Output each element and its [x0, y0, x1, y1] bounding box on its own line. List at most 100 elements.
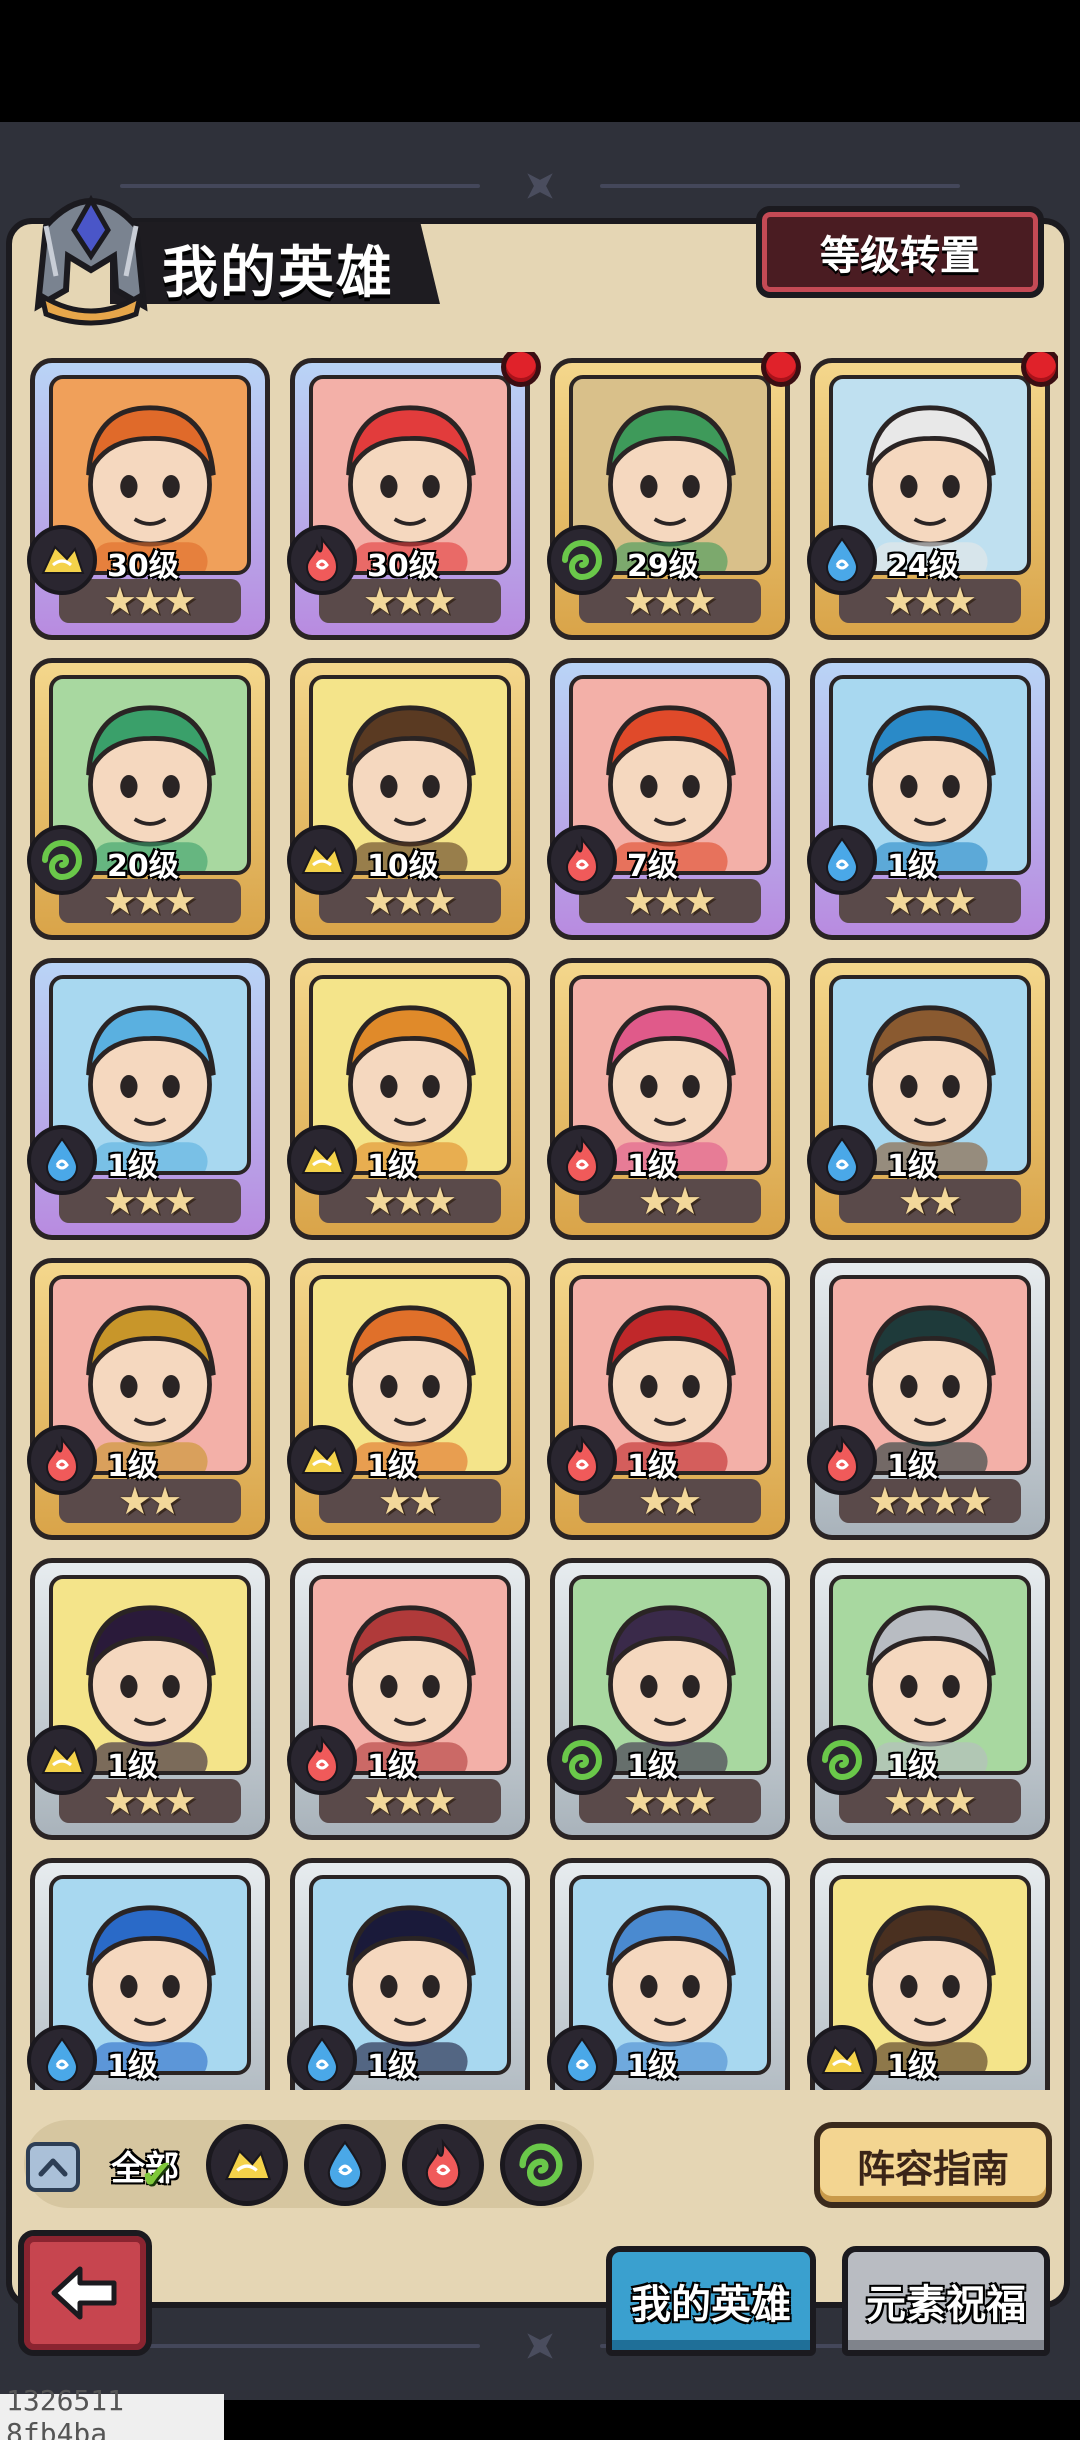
wind-element-icon [562, 1740, 602, 1781]
wind-element-icon [562, 540, 602, 581]
watermark: 1326511 8fb4ba [0, 2384, 224, 2440]
collapse-filter-button[interactable] [26, 2142, 80, 2192]
star-rating: ★ ★ ★ [319, 879, 501, 923]
star-icon: ★ [163, 579, 198, 623]
star-icon: ★ [362, 879, 397, 923]
hero-card[interactable]: 1级 [807, 1858, 1050, 2090]
tab-my-heroes[interactable]: 我的英雄 [606, 2246, 816, 2356]
notification-dot [761, 352, 801, 387]
star-icon: ★ [423, 579, 458, 623]
chevron-up-icon [38, 2158, 68, 2177]
star-rating: ★ ★ ★ [59, 1179, 241, 1223]
star-icon: ★ [882, 579, 917, 623]
star-icon: ★ [117, 1479, 152, 1523]
watermark-text: 1326511 8fb4ba [6, 2384, 125, 2440]
hero-card[interactable]: ★ ★ ★ 24级 [807, 352, 1058, 640]
star-icon: ★ [423, 879, 458, 923]
tab-element-blessing-label: 元素祝福 [866, 2282, 1026, 2328]
hero-grid[interactable]: ★ ★ ★ 30级 ★ ★ ★ 30级 ★ ★ ★ 29级 ★ ★ ★ 24级 ★ ★ ★ 20级 ★ ★ ★ 10级 ★ ★ ★ 7… [18, 352, 1058, 2090]
hero-card[interactable]: ★ ★ 1级 [807, 958, 1050, 1240]
star-icon: ★ [652, 879, 688, 923]
fire-element-icon [565, 835, 599, 883]
star-rating: ★ ★ ★ [839, 1779, 1021, 1823]
hero-level: 1级 [107, 1749, 158, 1784]
fire-element-icon [305, 535, 339, 583]
back-button[interactable] [18, 2230, 152, 2356]
hero-level: 1级 [367, 1749, 418, 1784]
star-icon: ★ [423, 1179, 458, 1223]
star-icon: ★ [897, 1479, 932, 1523]
hero-card[interactable]: 1级 [287, 1858, 530, 2090]
star-rating: ★ ★ ★ [839, 579, 1021, 623]
star-rating: ★ ★ ★ [59, 879, 241, 923]
element-badge [287, 1425, 357, 1495]
filter-fire-chip[interactable] [402, 2124, 484, 2206]
hero-card[interactable]: ★ ★ ★ ★ 1级 [807, 1258, 1050, 1540]
hero-card[interactable]: ★ ★ ★ 10级 [287, 658, 530, 940]
element-badge [287, 1725, 357, 1795]
water-element-icon [825, 537, 859, 583]
hero-card[interactable]: 1级 [27, 1858, 270, 2090]
hero-card[interactable]: ★ ★ ★ 30级 [27, 358, 270, 640]
water-element-icon [565, 2037, 599, 2083]
notification-dot [501, 352, 541, 387]
star-icon: ★ [163, 1779, 198, 1823]
water-element-icon [825, 837, 859, 883]
hero-card[interactable]: ★ ★ ★ 29级 [547, 352, 801, 640]
level-transfer-button[interactable]: 等级转置 [756, 206, 1044, 298]
hero-level: 29级 [627, 549, 699, 584]
element-badge [807, 1425, 877, 1495]
element-badge [807, 2025, 877, 2090]
filter-water-chip[interactable] [304, 2124, 386, 2206]
element-badge [547, 525, 617, 595]
element-badge [547, 1725, 617, 1795]
hero-level: 1级 [367, 1149, 418, 1184]
filter-earth-chip[interactable] [206, 2124, 288, 2206]
hero-level: 7级 [627, 849, 678, 884]
filter-wind-chip[interactable] [500, 2124, 582, 2206]
star-icon: ★ [622, 579, 657, 623]
hero-card[interactable]: ★ ★ ★ 1级 [27, 958, 270, 1240]
hero-card[interactable]: ★ ★ 1级 [27, 1258, 270, 1540]
hero-card[interactable]: ★ ★ ★ 20级 [27, 658, 270, 940]
star-rating: ★ ★ ★ [59, 579, 241, 623]
hero-card[interactable]: 1级 [547, 1858, 790, 2090]
hero-card[interactable]: ★ ★ ★ 1级 [287, 958, 530, 1240]
star-icon: ★ [912, 1779, 948, 1823]
filter-all-chip[interactable]: 全部 ✔ [104, 2124, 186, 2206]
star-rating: ★ ★ ★ ★ [839, 1479, 1021, 1523]
star-icon: ★ [362, 1779, 397, 1823]
star-icon: ★ [683, 879, 718, 923]
star-icon: ★ [882, 879, 917, 923]
star-icon: ★ [912, 879, 948, 923]
hero-card[interactable]: ★ ★ 1级 [547, 958, 790, 1240]
hero-level: 30级 [107, 549, 179, 584]
star-icon: ★ [362, 1179, 397, 1223]
hero-card[interactable]: ★ ★ ★ 1级 [807, 658, 1050, 940]
element-badge [807, 525, 877, 595]
element-badge [27, 525, 97, 595]
lineup-guide-button[interactable]: 阵容指南 [814, 2122, 1052, 2208]
hero-card[interactable]: ★ ★ ★ 30级 [287, 352, 541, 640]
hero-card[interactable]: ★ ★ 1级 [287, 1258, 530, 1540]
earth-element-icon [821, 2045, 865, 2074]
level-transfer-label: 等级转置 [820, 233, 980, 279]
hero-card[interactable]: ★ ★ ★ 7级 [547, 658, 790, 940]
hero-card[interactable]: ★ ★ 1级 [547, 1258, 790, 1540]
earth-element-icon [301, 845, 345, 874]
wind-element-icon [822, 1740, 862, 1781]
fire-element-icon [45, 1435, 79, 1483]
fire-element-icon [425, 2138, 461, 2190]
hero-level: 30级 [367, 549, 439, 584]
hero-level: 1级 [627, 1749, 678, 1784]
hero-card[interactable]: ★ ★ ★ 1级 [287, 1558, 530, 1840]
star-rating: ★ ★ ★ [59, 1779, 241, 1823]
wind-element-icon [42, 840, 82, 881]
hero-card[interactable]: ★ ★ ★ 1级 [547, 1558, 790, 1840]
hero-level: 1级 [367, 2049, 418, 2084]
hero-card[interactable]: ★ ★ ★ 1级 [27, 1558, 270, 1840]
element-badge [547, 1425, 617, 1495]
star-icon: ★ [928, 1179, 963, 1223]
tab-element-blessing[interactable]: 元素祝福 [842, 2246, 1050, 2356]
hero-card[interactable]: ★ ★ ★ 1级 [807, 1558, 1050, 1840]
